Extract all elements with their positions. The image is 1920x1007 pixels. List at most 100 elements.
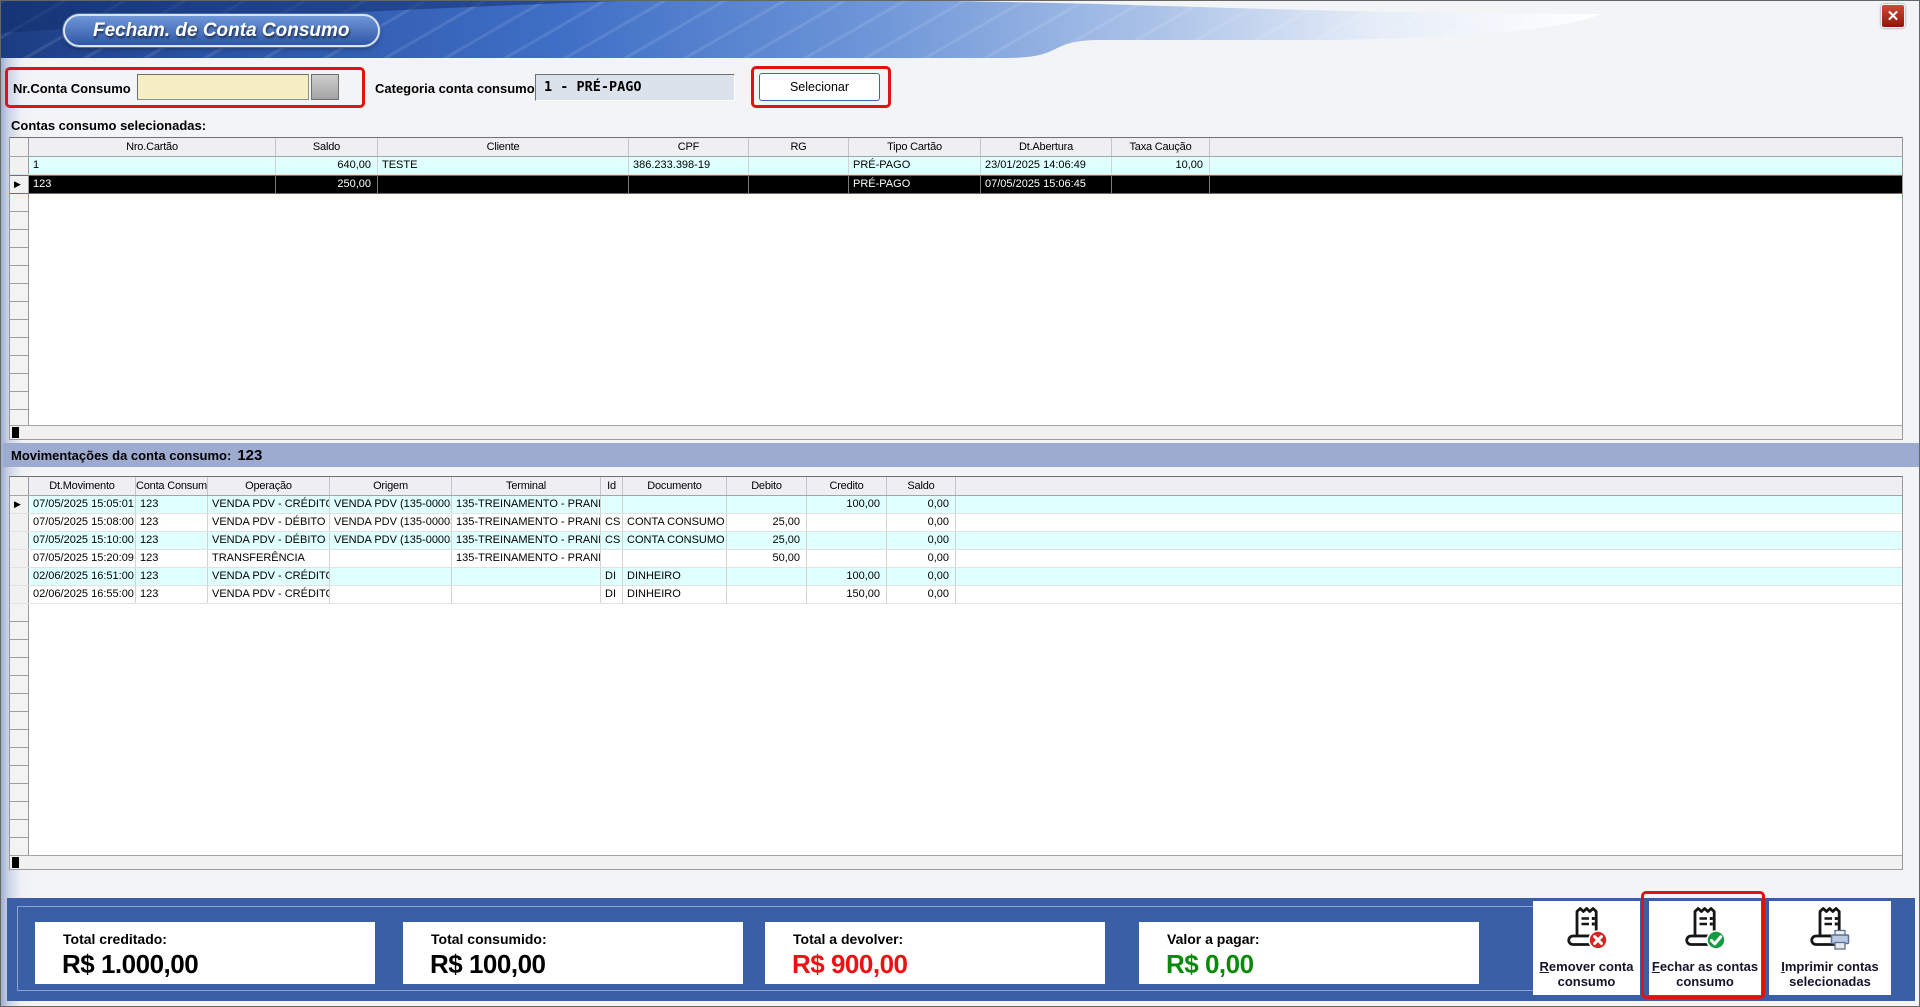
contas-grid-column-header[interactable]: Saldo <box>276 138 378 156</box>
mov-grid-cell-filler <box>956 550 1902 567</box>
column-header-filler <box>1210 138 1902 156</box>
current-row-arrow-icon: ▶ <box>14 179 21 190</box>
mov-grid-cell: 0,00 <box>887 514 956 531</box>
contas-grid-hscrollbar-thumb[interactable] <box>12 427 19 438</box>
mov-grid-cell: 0,00 <box>887 550 956 567</box>
mov-grid-cell: 100,00 <box>807 496 887 513</box>
mov-grid-column-header[interactable]: Terminal <box>452 477 601 495</box>
contas-grid-column-header[interactable]: Tipo Cartão <box>849 138 981 156</box>
mov-grid-column-header[interactable]: Debito <box>727 477 807 495</box>
contas-grid-column-header[interactable]: Taxa Caução <box>1112 138 1210 156</box>
mov-grid-cell: VENDA PDV - CRÉDITO <box>208 568 330 585</box>
mov-grid-column-header[interactable]: Documento <box>623 477 727 495</box>
mov-grid-row[interactable]: 02/06/2025 16:55:00123VENDA PDV - CRÉDIT… <box>10 586 1902 604</box>
mov-grid-column-header[interactable]: Saldo <box>887 477 956 495</box>
mov-grid-cell: DINHEIRO <box>623 568 727 585</box>
categoria-field: 1 - PRÉ-PAGO <box>535 74 735 101</box>
mov-grid-cell: 0,00 <box>887 532 956 549</box>
contas-grid-cell: 640,00 <box>276 157 378 174</box>
contas-grid-cell: 123 <box>29 176 276 193</box>
mov-grid-cell-filler <box>956 532 1902 549</box>
mov-grid-cell: VENDA PDV - DÉBITO <box>208 514 330 531</box>
mov-grid-cell: DI <box>601 586 623 603</box>
window-fechamento-conta-consumo: Fecham. de Conta Consumo ✕ Nr.Conta Cons… <box>0 0 1920 1007</box>
contas-grid-empty-area <box>10 194 1902 425</box>
action-button-label: Fechar as contas consumo <box>1649 960 1761 989</box>
column-header-filler <box>956 477 1902 495</box>
contas-grid-row[interactable]: ▶123250,00PRÉ-PAGO07/05/2025 15:06:45 <box>10 175 1902 194</box>
mov-grid-column-header[interactable]: Conta Consumo <box>136 477 208 495</box>
mov-grid-cell: DI <box>601 568 623 585</box>
contas-grid-row[interactable]: 1640,00TESTE386.233.398-19PRÉ-PAGO23/01/… <box>10 157 1902 175</box>
contas-grid-cell-filler <box>1210 176 1902 193</box>
mov-grid-cell: 135-TREINAMENTO - PRANDO <box>452 514 601 531</box>
imprimir-contas-selecionadas-button[interactable]: Imprimir contas selecionadas <box>1769 901 1891 995</box>
mov-grid-cell: VENDA PDV - CRÉDITO <box>208 586 330 603</box>
row-selector-header <box>10 477 29 495</box>
row-selector-cell[interactable]: ▶ <box>10 176 29 193</box>
mov-grid-row[interactable]: 07/05/2025 15:08:00123VENDA PDV - DÉBITO… <box>10 514 1902 532</box>
receipt-print-icon <box>1805 905 1855 960</box>
row-selector-cell[interactable] <box>10 550 29 567</box>
mov-grid-column-header[interactable]: Id <box>601 477 623 495</box>
mov-grid-hscrollbar-thumb[interactable] <box>12 857 19 868</box>
contas-grid-cell: PRÉ-PAGO <box>849 157 981 174</box>
row-selector-cell[interactable] <box>10 157 29 174</box>
mov-grid-cell: 25,00 <box>727 514 807 531</box>
mov-grid-cell <box>807 514 887 531</box>
mov-grid-row[interactable]: 07/05/2025 15:10:00123VENDA PDV - DÉBITO… <box>10 532 1902 550</box>
mov-grid-cell: 123 <box>136 550 208 567</box>
row-selector-cell[interactable] <box>10 514 29 531</box>
mov-grid-cell: CS <box>601 514 623 531</box>
row-selector-cell[interactable] <box>10 568 29 585</box>
row-selector-cell[interactable] <box>10 586 29 603</box>
mov-grid-column-header[interactable]: Credito <box>807 477 887 495</box>
contas-grid-cell: 250,00 <box>276 176 378 193</box>
mov-grid-cell: 07/05/2025 15:05:01 <box>29 496 136 513</box>
row-selector-cell[interactable] <box>10 532 29 549</box>
mov-grid-cell: 135-TREINAMENTO - PRANDO <box>452 496 601 513</box>
page-title-text: Fecham. de Conta Consumo <box>93 20 350 42</box>
close-icon[interactable]: ✕ <box>1881 4 1905 28</box>
mov-grid-cell: 100,00 <box>807 568 887 585</box>
mov-grid-cell: 0,00 <box>887 568 956 585</box>
contas-grid-column-header[interactable]: Cliente <box>378 138 629 156</box>
movimentacoes-label: Movimentações da conta consumo: <box>11 448 231 463</box>
mov-grid-cell <box>330 568 452 585</box>
contas-grid-cell <box>749 157 849 174</box>
mov-grid-column-header[interactable]: Origem <box>330 477 452 495</box>
total-value: R$ 1.000,00 <box>62 949 375 980</box>
contas-grid-column-header[interactable]: RG <box>749 138 849 156</box>
contas-grid-column-header[interactable]: Nro.Cartão <box>29 138 276 156</box>
total-label: Total a devolver: <box>793 931 1105 947</box>
mov-grid-hscrollbar[interactable] <box>10 855 1902 869</box>
movimentacoes-band: Movimentações da conta consumo: 123 <box>3 443 1919 467</box>
receipt-check-icon <box>1680 905 1730 960</box>
current-row-arrow-icon: ▶ <box>14 499 21 510</box>
mov-grid-empty-area <box>10 604 1902 855</box>
mov-grid-row[interactable]: ▶07/05/2025 15:05:01123VENDA PDV - CRÉDI… <box>10 496 1902 514</box>
contas-grid-column-header[interactable]: CPF <box>629 138 749 156</box>
contas-grid-column-header[interactable]: Dt.Abertura <box>981 138 1112 156</box>
mov-grid-row[interactable]: 02/06/2025 16:51:00123VENDA PDV - CRÉDIT… <box>10 568 1902 586</box>
contas-grid-cell <box>1112 176 1210 193</box>
mov-grid-column-header[interactable]: Dt.Movimento <box>29 477 136 495</box>
lookup-button[interactable] <box>311 74 339 100</box>
fechar-as-contas-consumo-button[interactable]: Fechar as contas consumo <box>1649 901 1761 995</box>
mov-grid-cell: 07/05/2025 15:10:00 <box>29 532 136 549</box>
mov-grid-cell: TRANSFERÊNCIA <box>208 550 330 567</box>
mov-grid-cell <box>727 496 807 513</box>
contas-grid-hscrollbar[interactable] <box>10 425 1902 439</box>
row-selector-header <box>10 138 29 156</box>
nr-conta-consumo-input[interactable] <box>137 74 309 100</box>
mov-grid-row[interactable]: 07/05/2025 15:20:09123TRANSFERÊNCIA135-T… <box>10 550 1902 568</box>
selecionar-button[interactable]: Selecionar <box>759 73 880 101</box>
remover-conta-consumo-button[interactable]: Remover conta consumo <box>1533 901 1640 995</box>
mov-grid-cell <box>623 550 727 567</box>
mov-grid-cell <box>727 586 807 603</box>
mov-grid-column-header[interactable]: Operação <box>208 477 330 495</box>
movimentacoes-grid: Dt.MovimentoConta ConsumoOperaçãoOrigemT… <box>9 476 1903 870</box>
mov-grid-cell: VENDA PDV (135-000038) <box>330 532 452 549</box>
mov-grid-cell: 07/05/2025 15:08:00 <box>29 514 136 531</box>
row-selector-cell[interactable]: ▶ <box>10 496 29 513</box>
